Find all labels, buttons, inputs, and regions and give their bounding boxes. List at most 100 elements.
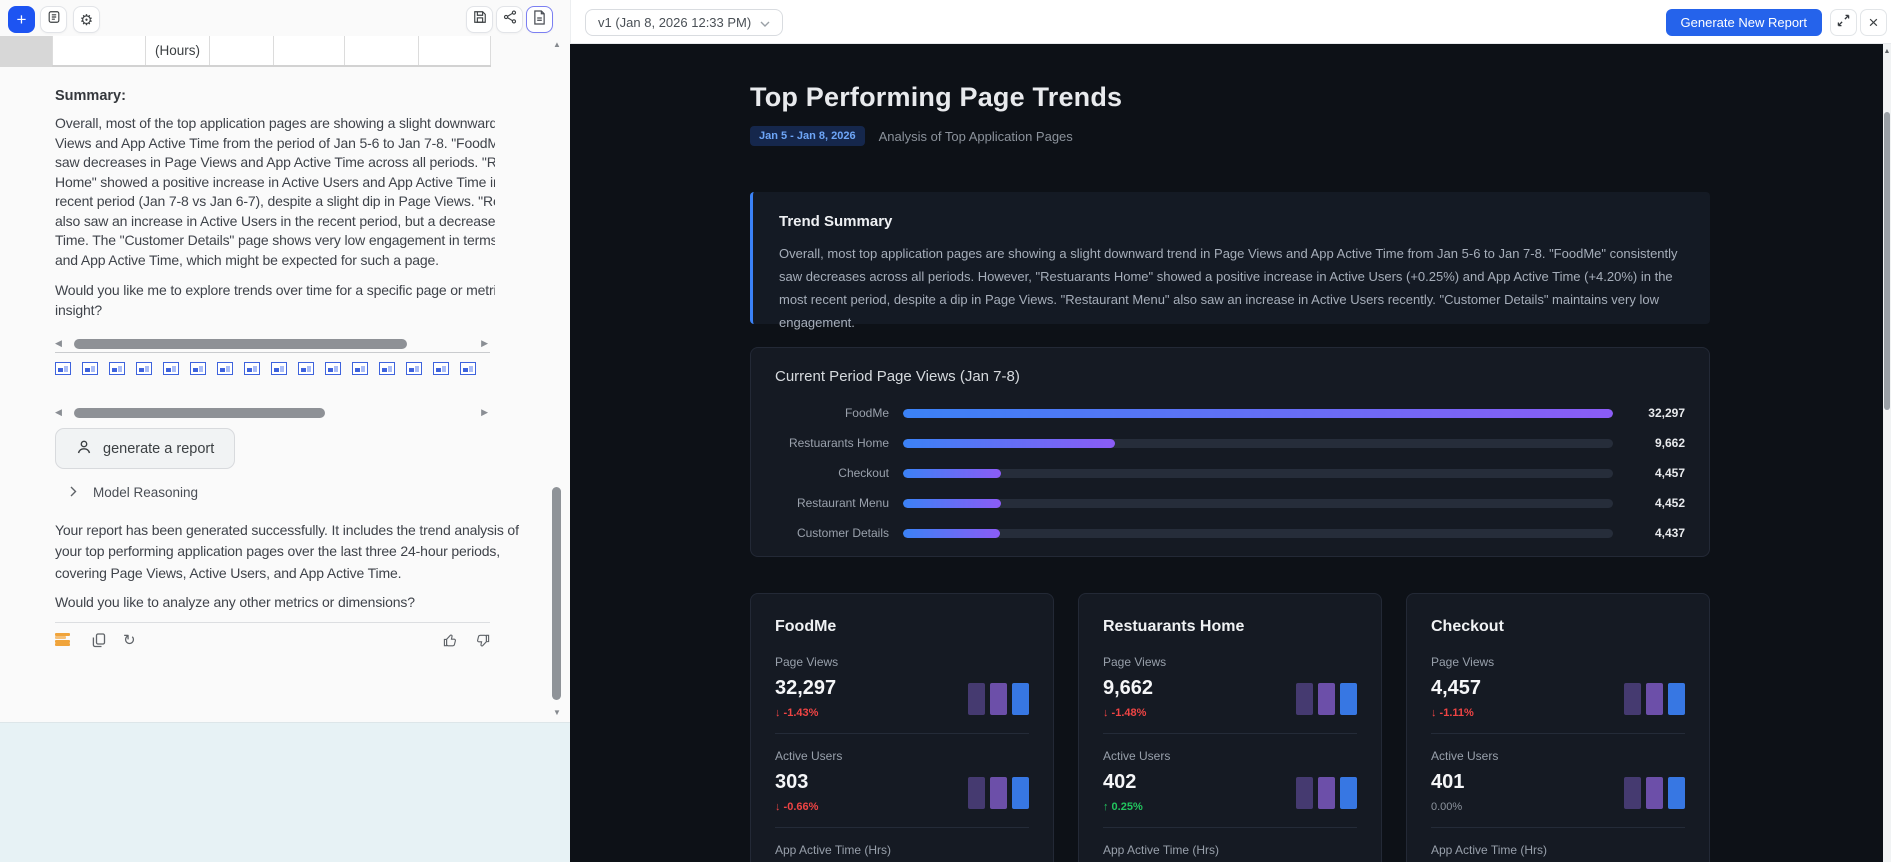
metric-label: App Active Time (Hrs) [1103, 843, 1220, 857]
metric-delta: ↑ 0.25% [1103, 801, 1143, 813]
summary-line: recent period (Jan 7-8 vs Jan 6-7), desp… [55, 193, 495, 209]
metric-app-active-time: App Active Time (Hrs) 6.70 [1103, 827, 1357, 862]
bar-row: FoodMe 32,297 [775, 398, 1685, 428]
page-card-checkout: Checkout Page Views 4,457 ↓ -1.11% Activ… [1406, 593, 1710, 862]
summary-line: Overall, most of the top application pag… [55, 115, 495, 131]
metric-page-views: Page Views 9,662 ↓ -1.48% [1103, 655, 1357, 733]
scrollbar-track[interactable] [66, 407, 477, 418]
horizontal-scrollbar[interactable]: ◀ ▶ [55, 406, 488, 419]
mini-bar-chart [1296, 681, 1357, 715]
chart-thumbnail-icon[interactable] [298, 362, 314, 375]
chart-thumbnail-icon[interactable] [379, 362, 395, 375]
copy-button[interactable] [92, 633, 106, 653]
bar-value: 32,297 [1648, 406, 1685, 420]
generate-new-report-button[interactable]: Generate New Report [1665, 9, 1822, 36]
metric-label: Page Views [1431, 655, 1495, 669]
metric-label: Active Users [1431, 749, 1499, 763]
chart-thumbnail-icon[interactable] [325, 362, 341, 375]
chart-thumbnail-icon[interactable] [55, 362, 71, 375]
bar-value: 4,437 [1654, 526, 1685, 540]
bar-track [903, 438, 1613, 448]
date-range-badge: Jan 5 - Jan 8, 2026 [750, 126, 865, 146]
scroll-up-icon[interactable]: ▲ [552, 40, 562, 49]
expand-icon [1837, 14, 1850, 32]
bar-row: Restuarants Home 9,662 [775, 428, 1685, 458]
bar-track [903, 528, 1613, 538]
message-line: your top performing application pages ov… [55, 543, 500, 560]
thumbs-up-button[interactable] [443, 633, 458, 653]
summary-line: Views and App Active Time from the perio… [55, 134, 495, 151]
message-actions: ↻ [55, 633, 490, 653]
expand-button[interactable] [1830, 9, 1857, 36]
scrollbar-thumb[interactable] [552, 487, 561, 700]
page-card-title: Checkout [1431, 618, 1504, 635]
user-message-generate-report[interactable]: generate a report [55, 428, 236, 469]
table-cell-hours: (Hours) [145, 36, 209, 65]
bar-track [903, 408, 1613, 418]
scroll-down-icon[interactable]: ▼ [552, 708, 562, 717]
chart-thumbnails-row [55, 362, 476, 375]
scroll-up-icon[interactable]: ▲ [1883, 48, 1891, 55]
show-table-button[interactable] [55, 633, 70, 646]
scrollbar-track[interactable] [66, 338, 477, 349]
scroll-right-icon[interactable]: ▶ [481, 406, 488, 419]
horizontal-scrollbar[interactable]: ◀ ▶ [55, 337, 488, 350]
new-chat-button[interactable]: + [8, 6, 35, 33]
bar-category-label: Checkout [838, 466, 889, 480]
metric-active-users: Active Users 402 ↑ 0.25% [1103, 733, 1357, 827]
metric-value: 4,457 [1431, 677, 1482, 699]
chart-thumbnail-icon[interactable] [460, 362, 476, 375]
thumbs-down-button[interactable] [475, 633, 490, 653]
share-button[interactable] [496, 6, 523, 33]
bar-row: Restaurant Menu 4,452 [775, 488, 1685, 518]
save-button[interactable] [466, 6, 493, 33]
chat-vertical-scrollbar[interactable]: ▲ ▼ [551, 36, 563, 722]
chart-thumbnail-icon[interactable] [271, 362, 287, 375]
followup-question-paragraph: Would you like me to explore trends over… [55, 281, 495, 320]
report-view-button[interactable] [526, 6, 553, 33]
gear-icon: ⚙ [79, 11, 94, 29]
metric-active-users: Active Users 401 0.00% [1431, 733, 1685, 827]
chart-thumbnail-icon[interactable] [190, 362, 206, 375]
metric-label: Page Views [1103, 655, 1167, 669]
report-vertical-scrollbar[interactable]: ▲ [1883, 44, 1891, 862]
settings-button[interactable]: ⚙ [73, 6, 100, 33]
bar-value: 4,457 [1654, 466, 1685, 480]
document-icon [533, 9, 546, 30]
question-line: Would you like me to explore trends over… [55, 282, 495, 298]
chart-thumbnail-icon[interactable] [109, 362, 125, 375]
chart-thumbnail-icon[interactable] [217, 362, 233, 375]
chart-thumbnail-icon[interactable] [352, 362, 368, 375]
metric-app-active-time: App Active Time (Hrs) 43.70 [1431, 827, 1685, 862]
generate-report-label: generate a report [103, 440, 215, 457]
close-report-button[interactable]: × [1860, 9, 1887, 36]
model-reasoning-toggle[interactable]: Model Reasoning [70, 485, 198, 500]
scrollbar-thumb[interactable] [1884, 112, 1890, 410]
chart-thumbnail-icon[interactable] [433, 362, 449, 375]
page-card-foodme: FoodMe Page Views 32,297 ↓ -1.43% Active… [750, 593, 1054, 862]
scroll-right-icon[interactable]: ▶ [481, 337, 488, 350]
scroll-left-icon[interactable]: ◀ [55, 337, 62, 350]
scrollbar-thumb[interactable] [74, 407, 325, 418]
chart-thumbnail-icon[interactable] [244, 362, 260, 375]
chart-thumbnail-icon[interactable] [82, 362, 98, 375]
page-card-title: Restuarants Home [1103, 618, 1245, 635]
page-cards-row: FoodMe Page Views 32,297 ↓ -1.43% Active… [750, 593, 1710, 862]
chart-thumbnail-icon[interactable] [406, 362, 422, 375]
scrollbar-thumb[interactable] [74, 338, 408, 349]
metric-label: Active Users [1103, 749, 1171, 763]
scroll-left-icon[interactable]: ◀ [55, 406, 62, 419]
notes-button[interactable] [40, 6, 67, 33]
mini-bar-chart [968, 681, 1029, 715]
mini-bar-chart [1624, 775, 1685, 809]
thumbs-up-icon [443, 633, 458, 653]
metric-label: App Active Time (Hrs) [775, 843, 892, 857]
regenerate-button[interactable]: ↻ [123, 633, 136, 648]
metric-value: 9,662 [1103, 677, 1154, 699]
chart-thumbnail-icon[interactable] [136, 362, 152, 375]
chart-thumbnail-icon[interactable] [163, 362, 179, 375]
table-cell [273, 36, 344, 65]
metric-value: 303 [775, 771, 809, 793]
report-version-dropdown[interactable]: v1 (Jan 8, 2026 12:33 PM) [585, 9, 784, 36]
mini-bar-chart [968, 775, 1029, 809]
